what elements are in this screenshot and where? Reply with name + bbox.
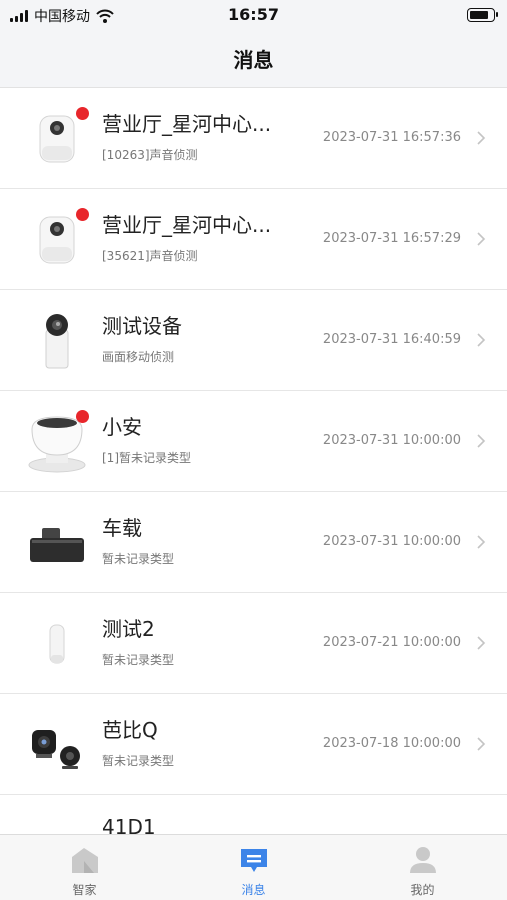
spy-camera-icon <box>32 730 80 769</box>
tab-label: 智家 <box>72 883 97 897</box>
unread-dot <box>76 410 89 423</box>
home-icon <box>72 848 98 873</box>
message-row[interactable]: 营业厅_星河中心... [10263]声音侦测 2023-07-31 16:57… <box>0 88 507 189</box>
message-time: 2023-07-31 10:00:00 <box>322 433 461 448</box>
message-time: 2023-07-31 16:40:59 <box>322 332 461 347</box>
message-row[interactable]: 41D1 <box>0 795 507 834</box>
tab-label: 消息 <box>241 883 266 897</box>
message-type: 画面移动侦测 <box>102 350 175 364</box>
device-name: 营业厅_星河中心... <box>102 213 272 237</box>
device-name: 测试2 <box>102 617 155 641</box>
message-type: [10263]声音侦测 <box>102 148 198 162</box>
profile-icon <box>410 847 436 873</box>
mini-camera-icon <box>49 624 65 664</box>
message-row[interactable]: 营业厅_星河中心... [35621]声音侦测 2023-07-31 16:57… <box>0 189 507 290</box>
device-name: 营业厅_星河中心... <box>102 112 272 136</box>
chevron-right-icon <box>477 535 486 549</box>
message-type: 暂未记录类型 <box>102 552 175 566</box>
message-row[interactable]: 车载 暂未记录类型 2023-07-31 10:00:00 <box>0 492 507 593</box>
device-name: 小安 <box>102 415 142 439</box>
message-type: 暂未记录类型 <box>102 754 175 768</box>
message-time: 2023-07-18 10:00:00 <box>322 736 461 751</box>
device-name: 41D1 <box>102 815 156 834</box>
message-row[interactable]: 小安 [1]暂未记录类型 2023-07-31 10:00:00 <box>0 391 507 492</box>
message-row[interactable]: 测试设备 画面移动侦测 2023-07-31 16:40:59 <box>0 290 507 391</box>
tab-messages[interactable]: 消息 <box>169 835 338 900</box>
message-time: 2023-07-21 10:00:00 <box>322 635 461 650</box>
message-row[interactable]: 测试2 暂未记录类型 2023-07-21 10:00:00 <box>0 593 507 694</box>
bullet-camera-icon <box>45 314 69 369</box>
battery-fill <box>470 11 488 19</box>
chevron-right-icon <box>477 333 486 347</box>
message-type: [1]暂未记录类型 <box>102 451 191 465</box>
dashcam-icon <box>30 528 84 562</box>
tab-home[interactable]: 智家 <box>0 835 169 900</box>
message-type: [35621]声音侦测 <box>102 249 198 263</box>
chevron-right-icon <box>477 232 486 246</box>
message-time: 2023-07-31 10:00:00 <box>322 534 461 549</box>
status-bar: 中国移动 16:57 <box>0 0 507 30</box>
page-title: 消息 <box>233 48 274 72</box>
chevron-right-icon <box>477 737 486 751</box>
message-time: 2023-07-31 16:57:29 <box>322 231 461 246</box>
tab-bar: 智家 消息 我的 <box>0 834 507 900</box>
chevron-right-icon <box>477 636 486 650</box>
message-icon <box>241 849 267 872</box>
message-list[interactable]: 营业厅_星河中心... [10263]声音侦测 2023-07-31 16:57… <box>0 88 507 834</box>
battery-icon <box>467 8 498 22</box>
nav-bar: 消息 <box>0 30 507 88</box>
tab-label: 我的 <box>410 883 435 897</box>
device-name: 车载 <box>102 516 142 540</box>
tab-profile[interactable]: 我的 <box>338 835 507 900</box>
device-name: 测试设备 <box>102 314 182 338</box>
chevron-right-icon <box>477 434 486 448</box>
unread-dot <box>76 107 89 120</box>
status-time: 16:57 <box>228 5 279 24</box>
message-time: 2023-07-31 16:57:36 <box>322 130 461 145</box>
unread-dot <box>76 208 89 221</box>
message-type: 暂未记录类型 <box>102 653 175 667</box>
chevron-right-icon <box>477 131 486 145</box>
message-row[interactable]: 芭比Q 暂未记录类型 2023-07-18 10:00:00 <box>0 694 507 795</box>
device-name: 芭比Q <box>102 718 158 742</box>
